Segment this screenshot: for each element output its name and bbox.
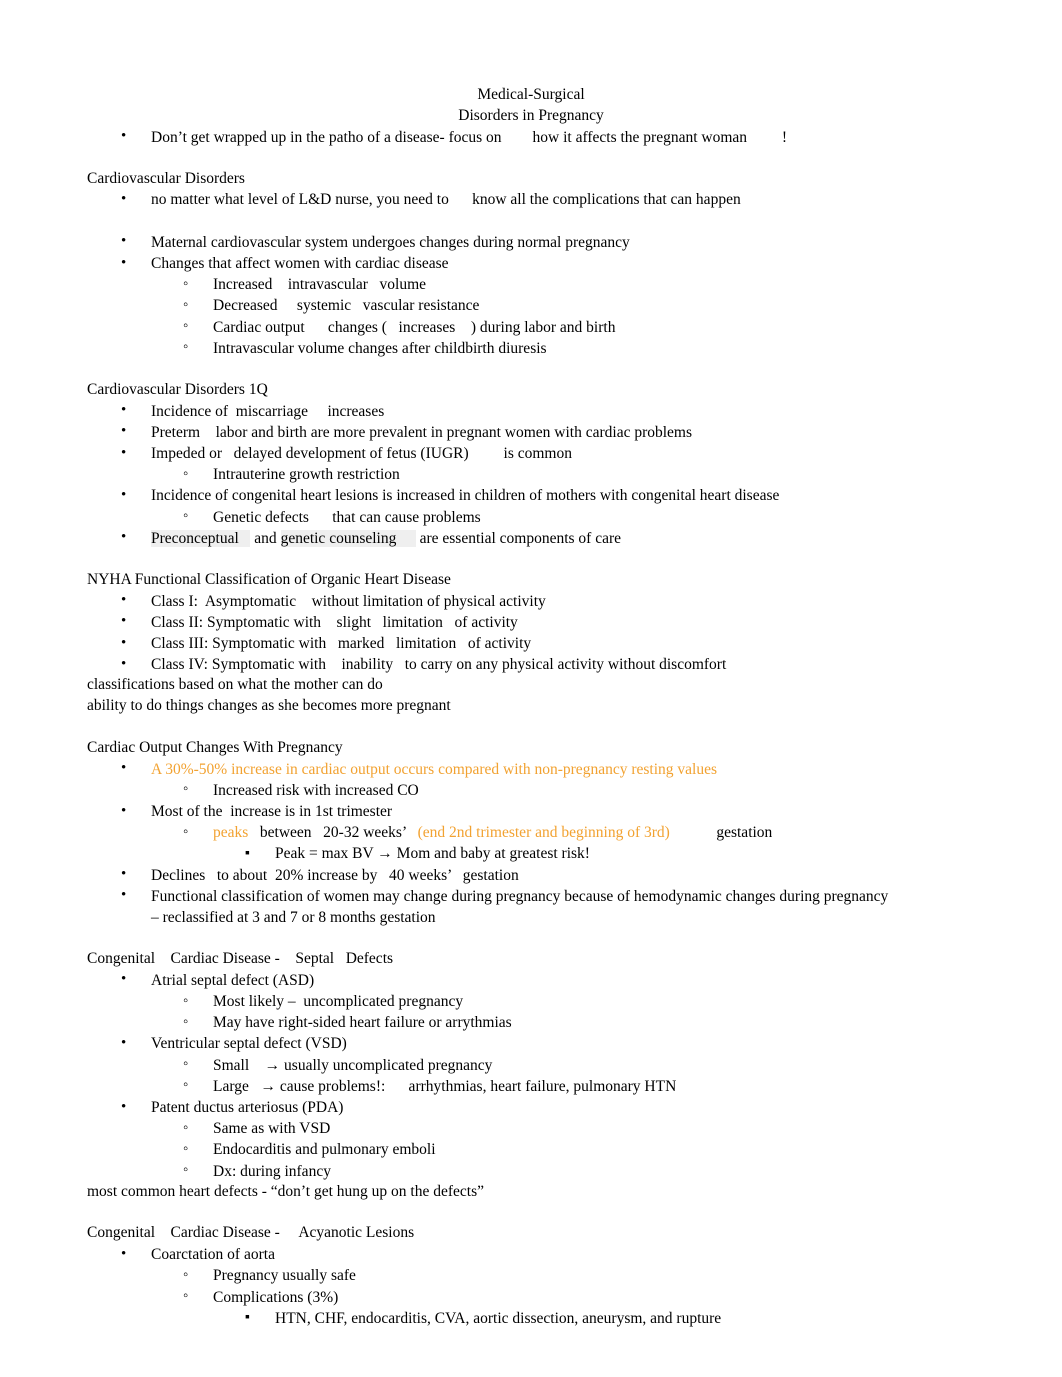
list-item: Incidence of miscarriage increases [87,400,975,422]
list-item: Same as with VSD [87,1118,975,1139]
section-heading: Cardiac Output Changes With Pregnancy [87,738,343,756]
list-item: Class IV: Symptomatic with inability to … [87,654,975,675]
section-list: Atrial septal defect (ASD)Most likely – … [87,969,975,1182]
intro-bullet: Don’t get wrapped up in the patho of a d… [87,126,975,148]
section-list: Incidence of miscarriage increasesPreter… [87,400,975,549]
list-item: Pregnancy usually safe [87,1265,975,1286]
intro-list: Don’t get wrapped up in the patho of a d… [87,126,975,148]
list-item: Maternal cardiovascular system undergoes… [87,231,975,253]
text-run: gestation [669,824,773,842]
list-item-continuation: – reclassified at 3 and 7 or 8 months ge… [151,909,436,927]
section-heading: Congenital Cardiac Disease - Acyanotic L… [87,1224,415,1242]
section-list: Coarctation of aortaPregnancy usually sa… [87,1244,975,1329]
list-item: Ventricular septal defect (VSD) [87,1033,975,1054]
document-title-line-1: Medical-Surgical [477,86,585,103]
list-item: HTN, CHF, endocarditis, CVA, aortic diss… [87,1307,975,1329]
list-item: Small → usually uncomplicated pregnancy [87,1054,975,1076]
highlighted-text-gray: genetic counseling [280,529,416,547]
list-item: Preconceptual and genetic counseling are… [87,527,975,549]
sections-container: Cardiovascular Disorders no matter what l… [87,148,975,1329]
text-run: and [250,529,281,547]
list-item: no matter what level of L&D nurse, you n… [87,189,975,210]
list-item: Increased risk with increased CO [87,779,975,801]
list-item: Functional classification of women may c… [87,885,975,907]
list-item: Atrial septal defect (ASD) [87,969,975,991]
document-title-line-2: Disorders in Pregnancy [458,106,604,124]
trailing-note: ability to do things changes as she beco… [87,697,451,715]
document-page: Medical-Surgical Disorders in Pregnancy … [0,0,1062,1377]
list-item: Intravascular volume changes after child… [87,337,975,359]
list-item: Dx: during infancy [87,1160,975,1182]
list-item: A 30%-50% increase in cardiac output occ… [87,758,975,780]
list-item: Impeded or delayed development of fetus … [87,443,975,464]
section-heading: Cardiovascular Disorders 1Q [87,380,268,398]
list-item: Genetic defects that can cause problems [87,506,975,528]
highlighted-text-orange: A 30%-50% increase in cardiac output occ… [151,760,717,778]
section-list: Class I: Asymptomatic without limitation… [87,590,975,676]
text-run: are essential components of care [415,529,622,547]
list-item: Coarctation of aorta [87,1244,975,1265]
section-heading: Congenital Cardiac Disease - Septal Defe… [87,950,394,968]
list-item: Increased intravascular volume [87,274,975,295]
section-heading: Cardiovascular Disorders [87,169,245,187]
document-body: Medical-Surgical Disorders in Pregnancy … [87,85,975,1329]
list-item: Preterm labor and birth are more prevale… [87,421,975,443]
blank-line [87,211,975,232]
highlighted-text-orange: peaks [213,824,253,842]
section-list: A 30%-50% increase in cardiac output occ… [87,758,975,929]
list-item: Incidence of congenital heart lesions is… [87,485,975,506]
list-item: Patent ductus arteriosus (PDA) [87,1097,975,1118]
list-item: Intrauterine growth restriction [87,464,975,485]
trailing-note: classifications based on what the mother… [87,676,383,694]
list-item: Most of the increase is in 1st trimester [87,801,975,822]
list-item: Large → cause problems!: arrhythmias, he… [87,1075,975,1097]
list-item: Class I: Asymptomatic without limitation… [87,590,975,612]
list-item: Complications (3%) [87,1286,975,1308]
list-item: Class III: Symptomatic with marked limit… [87,633,975,654]
section-heading: NYHA Functional Classification of Organi… [87,570,451,588]
list-item: Cardiac output changes ( increases ) dur… [87,316,975,338]
list-item: Class II: Symptomatic with slight limita… [87,611,975,633]
list-item: May have right-sided heart failure or ar… [87,1012,975,1033]
list-item: Peak = max BV → Mom and baby at greatest… [87,843,975,864]
text-run: between 20-32 weeks’ [252,824,418,842]
list-item: Endocarditis and pulmonary emboli [87,1139,975,1160]
trailing-note: most common heart defects - “don’t get h… [87,1182,484,1200]
list-item: Decreased systemic vascular resistance [87,295,975,316]
list-item: peaks between 20-32 weeks’ (end 2nd trim… [87,822,975,843]
highlighted-text-orange: (end 2nd trimester and beginning of 3rd) [417,824,670,842]
section-list: no matter what level of L&D nurse, you n… [87,189,975,359]
list-item: Changes that affect women with cardiac d… [87,252,975,274]
list-item: Declines to about 20% increase by 40 wee… [87,864,975,886]
list-item: Most likely – uncomplicated pregnancy [87,991,975,1012]
highlighted-text-gray: Preconceptual [151,529,251,547]
